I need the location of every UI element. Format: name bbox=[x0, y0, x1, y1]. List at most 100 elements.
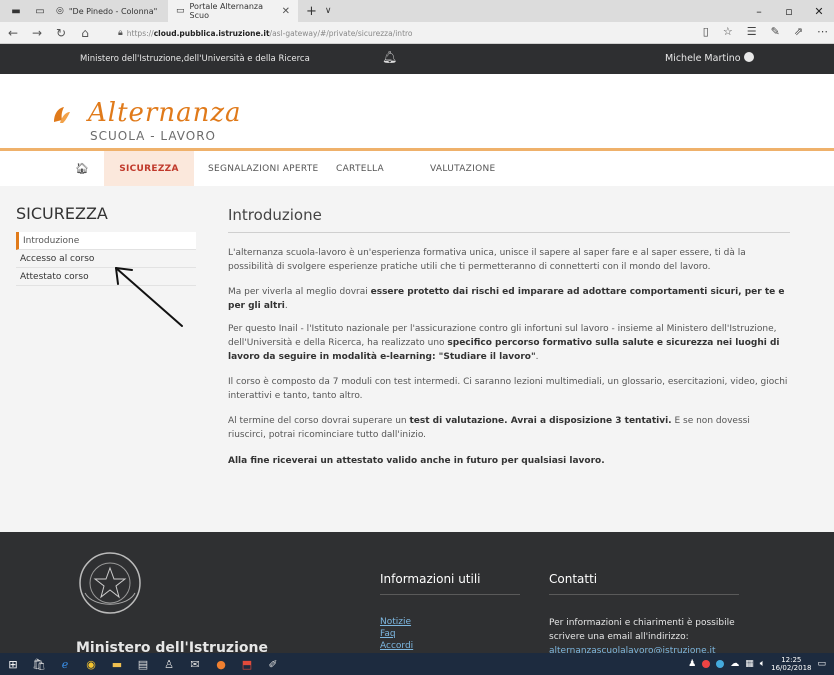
menu-cartella[interactable]: CARTELLA bbox=[336, 151, 384, 186]
paint-icon[interactable]: ✐ bbox=[260, 653, 286, 675]
lock-icon: 🔒︎ bbox=[118, 28, 123, 38]
address-bar[interactable]: 🔒︎ https:// cloud.pubblica.istruzione.it… bbox=[118, 25, 678, 41]
url-prefix: https:// bbox=[126, 28, 154, 38]
notifications-icon[interactable]: ▭ bbox=[817, 659, 826, 669]
intro-paragraph-6: Alla fine riceverai un attestato valido … bbox=[228, 454, 790, 468]
back-icon[interactable]: ← bbox=[2, 26, 24, 40]
menu-segnalazioni-aperte[interactable]: SEGNALAZIONI APERTE bbox=[208, 151, 319, 186]
main-menu: 🏠︎ SICUREZZA SEGNALAZIONI APERTE CARTELL… bbox=[0, 148, 834, 186]
close-window-icon[interactable]: ✕ bbox=[804, 5, 834, 18]
intro-paragraph-5: Al termine del corso dovrai superare un … bbox=[228, 414, 790, 442]
footer-link-faq[interactable]: Faq bbox=[380, 628, 413, 640]
user-menu[interactable]: Michele Martino bbox=[665, 52, 754, 64]
browser-toolbar-right: ▯ ☆ ☰ ✎ ⇗ ⋯ bbox=[703, 25, 828, 38]
intro-paragraph-4: Il corso è composto da 7 moduli con test… bbox=[228, 377, 788, 401]
tab-aside-icon[interactable]: ▭ bbox=[32, 3, 48, 19]
footer-info-title: Informazioni utili bbox=[380, 572, 481, 586]
text: . bbox=[284, 301, 288, 311]
home-menu-icon[interactable]: 🏠︎ bbox=[75, 151, 89, 186]
clock-date: 16/02/2018 bbox=[771, 664, 812, 672]
user-name: Michele Martino bbox=[665, 53, 741, 64]
title-divider bbox=[228, 232, 790, 233]
browser-tab-2[interactable]: ▭ Portale Alternanza Scuo ✕ bbox=[168, 0, 298, 22]
tab-label: "De Pinedo - Colonna" bbox=[68, 6, 158, 16]
chevron-down-icon[interactable]: ∨ bbox=[325, 6, 332, 16]
text: Ma per viverla al meglio dovrai bbox=[228, 287, 371, 297]
url-path: /asl-gateway/#/private/sicurezza/intro bbox=[269, 28, 413, 38]
share-icon[interactable]: ⇗ bbox=[794, 25, 803, 38]
forward-icon[interactable]: → bbox=[26, 26, 48, 40]
store-icon[interactable]: 🛍︎ bbox=[26, 653, 52, 675]
contact-text: Per informazioni e chiarimenti è possibi… bbox=[549, 618, 735, 642]
more-icon[interactable]: ⋯ bbox=[817, 25, 828, 38]
new-tab-icon[interactable]: + bbox=[306, 4, 317, 19]
republic-emblem-icon bbox=[79, 552, 141, 614]
url-domain: cloud.pubblica.istruzione.it bbox=[153, 28, 270, 38]
tab-list-icon[interactable]: ▬ bbox=[8, 3, 24, 19]
clock-time: 12:25 bbox=[781, 656, 802, 664]
intro-paragraph-2: Ma per viverla al meglio dovrai essere p… bbox=[228, 285, 790, 313]
network-icon[interactable]: ▦ bbox=[745, 659, 754, 669]
menu-sicurezza[interactable]: SICUREZZA bbox=[104, 151, 194, 186]
sidebar-title: SICUREZZA bbox=[16, 204, 108, 223]
windows-taskbar: ⊞ 🛍︎ ℯ ◉ ▬ ▤ ♙ ✉ ● ⬒ ✐ ♟ ☁ ▦ 🔈︎ 12:25 16… bbox=[0, 653, 834, 675]
close-tab-icon[interactable]: ✕ bbox=[282, 6, 290, 17]
edge-browser-icon[interactable]: ℯ bbox=[52, 653, 78, 675]
menu-valutazione[interactable]: VALUTAZIONE bbox=[430, 151, 495, 186]
contact-email-link[interactable]: alternanzascuolalavoro@istruzione.it bbox=[549, 644, 759, 653]
footer-contact-title: Contatti bbox=[549, 572, 598, 586]
reading-view-icon[interactable]: ▯ bbox=[703, 25, 709, 38]
sidebar-item-introduzione[interactable]: Introduzione bbox=[16, 232, 196, 250]
people-tray-icon[interactable]: ♟ bbox=[688, 659, 696, 669]
person-icon[interactable]: ♙ bbox=[156, 653, 182, 675]
refresh-icon[interactable]: ↻ bbox=[50, 26, 72, 40]
mail-icon[interactable]: ✉ bbox=[182, 653, 208, 675]
tab-label: Portale Alternanza Scuo bbox=[189, 2, 264, 20]
intro-paragraph-3: Per questo Inail - l'Istituto nazionale … bbox=[228, 322, 790, 364]
favorites-icon[interactable]: ☰ bbox=[747, 25, 757, 38]
minimize-icon[interactable]: – bbox=[744, 5, 774, 18]
browser-tab-1[interactable]: ◎ "De Pinedo - Colonna" bbox=[48, 0, 168, 22]
pen-icon[interactable]: ✎ bbox=[771, 25, 780, 38]
maximize-icon[interactable]: ▫ bbox=[774, 5, 804, 18]
bell-icon[interactable]: 🔔︎ bbox=[382, 50, 397, 64]
footer-link-notizie[interactable]: Notizie bbox=[380, 616, 413, 628]
windows-start-icon[interactable]: ⊞ bbox=[0, 653, 26, 675]
browser-tabbar: ▬ ▭ ◎ "De Pinedo - Colonna" ▭ Portale Al… bbox=[0, 0, 834, 22]
user-icon bbox=[743, 52, 754, 62]
footer-links: Notizie Faq Accordi bbox=[380, 616, 413, 652]
text: . bbox=[535, 352, 539, 362]
home-icon[interactable]: ⌂ bbox=[74, 26, 96, 40]
app-icon[interactable]: ▤ bbox=[130, 653, 156, 675]
system-tray: ♟ ☁ ▦ 🔈︎ 12:25 16/02/2018 ▭ bbox=[688, 653, 834, 675]
tray-app-icon[interactable] bbox=[716, 660, 725, 668]
bold-text: Alla fine riceverai un attestato valido … bbox=[228, 456, 605, 466]
globe-icon: ◎ bbox=[56, 6, 64, 16]
footer-brand: Ministero dell'Istruzione bbox=[76, 640, 268, 653]
taskbar-clock[interactable]: 12:25 16/02/2018 bbox=[771, 656, 811, 672]
page-icon: ▭ bbox=[176, 6, 185, 16]
pdf-icon[interactable]: ⬒ bbox=[234, 653, 260, 675]
favorite-star-icon[interactable]: ☆ bbox=[723, 25, 733, 38]
footer-divider bbox=[380, 594, 520, 595]
window-controls: – ▫ ✕ bbox=[744, 0, 834, 22]
file-explorer-icon[interactable]: ▬ bbox=[104, 653, 130, 675]
ministry-bar: Ministero dell'Istruzione,dell'Universit… bbox=[0, 44, 834, 74]
intro-paragraph-1: L'alternanza scuola-lavoro è un'esperien… bbox=[228, 248, 746, 272]
logo-subtitle: SCUOLA - LAVORO bbox=[90, 129, 216, 143]
cloud-icon[interactable]: ☁ bbox=[730, 659, 739, 669]
text: Al termine del corso dovrai superare un bbox=[228, 416, 410, 426]
page-title: Introduzione bbox=[228, 206, 322, 224]
volume-icon[interactable]: 🔈︎ bbox=[760, 659, 765, 669]
browser-navbar: ← → ↻ ⌂ 🔒︎ https:// cloud.pubblica.istru… bbox=[0, 22, 834, 44]
footer-link-accordi[interactable]: Accordi bbox=[380, 640, 413, 652]
bold-text: test di valutazione. Avrai a disposizion… bbox=[409, 416, 672, 426]
logo-title: Alternanza bbox=[88, 98, 242, 128]
tray-app-icon[interactable] bbox=[702, 660, 711, 668]
firefox-icon[interactable]: ● bbox=[208, 653, 234, 675]
chrome-icon[interactable]: ◉ bbox=[78, 653, 104, 675]
logo-mark-icon bbox=[54, 107, 70, 123]
ministry-name: Ministero dell'Istruzione,dell'Universit… bbox=[80, 54, 310, 64]
footer-contact: Per informazioni e chiarimenti è possibi… bbox=[549, 616, 759, 653]
site-footer: Ministero dell'Istruzione Informazioni u… bbox=[0, 532, 834, 653]
